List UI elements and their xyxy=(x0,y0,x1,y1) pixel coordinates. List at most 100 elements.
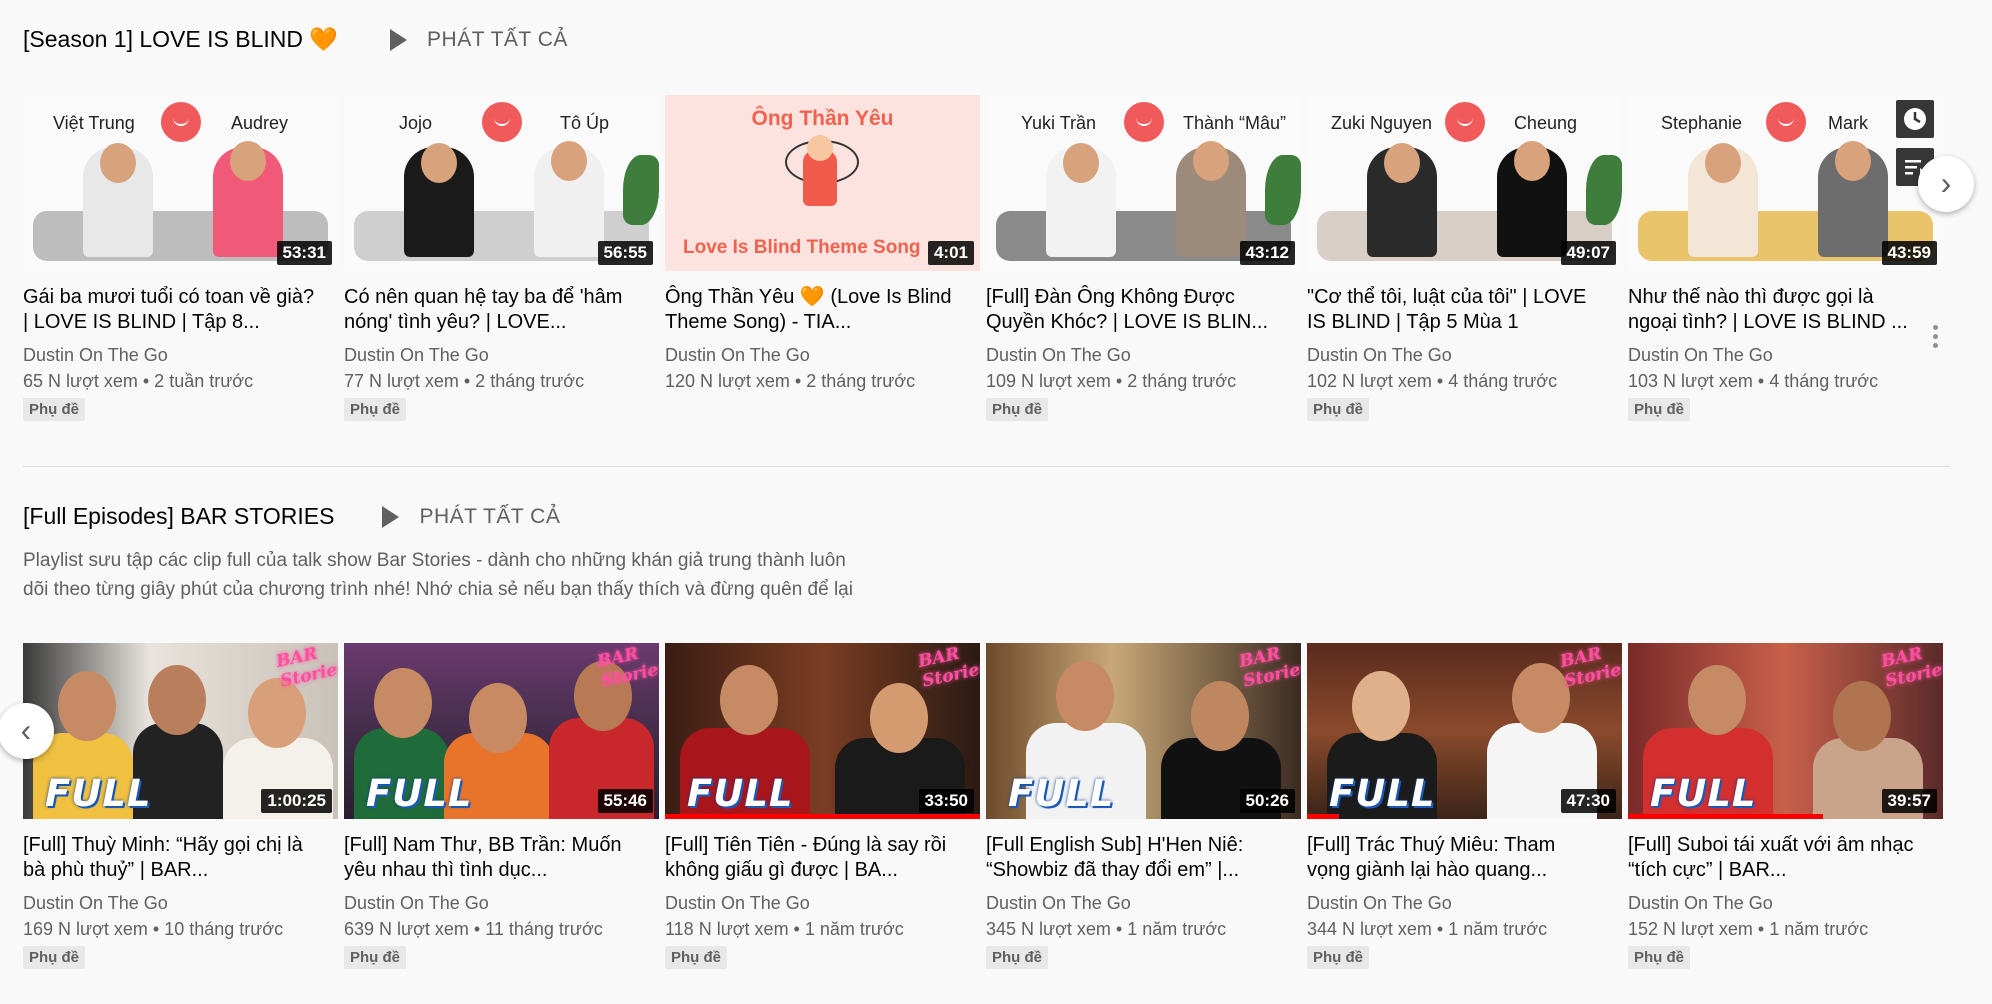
watch-later-button[interactable] xyxy=(1896,100,1934,138)
video-card[interactable]: Yuki Trần Thành “Mâu” 43:12 [Full] Đàn Ô… xyxy=(986,95,1301,421)
shelf-divider xyxy=(23,466,1950,467)
video-meta: 152 N lượt xem • 1 năm trước xyxy=(1628,919,1869,939)
play-all-button[interactable]: PHÁT TẤT CẢ xyxy=(390,28,568,52)
video-title[interactable]: [Full] Đàn Ông Không Được Quyền Khóc? | … xyxy=(986,285,1301,335)
channel-name[interactable]: Dustin On The Go xyxy=(23,345,338,366)
face-right xyxy=(1835,141,1871,181)
video-title[interactable]: Gái ba mươi tuổi có toan về già? | LOVE … xyxy=(23,285,338,335)
description-line: Playlist sưu tập các clip full của talk … xyxy=(23,550,846,571)
subtitle-badge: Phụ đề xyxy=(1628,398,1691,421)
video-title[interactable]: [Full] Tiên Tiên - Đúng là say rồi không… xyxy=(665,833,980,883)
face xyxy=(374,668,432,738)
video-title[interactable]: Có nên quan hệ tay ba để 'hâm nóng' tình… xyxy=(344,285,659,335)
video-card[interactable]: Việt Trung Audrey 53:31 Gái ba mươi tuổi… xyxy=(23,95,338,421)
video-thumbnail[interactable]: Ông Thần Yêu Love Is Blind Theme Song 4:… xyxy=(665,95,980,271)
channel-name[interactable]: Dustin On The Go xyxy=(1628,345,1943,366)
subtitle-badge: Phụ đề xyxy=(986,398,1049,421)
shelf-title[interactable]: [Season 1] LOVE IS BLIND 🧡 xyxy=(23,26,338,53)
thumb-name-right: Audrey xyxy=(230,113,288,133)
watch-progress-bar xyxy=(665,814,980,819)
video-meta: 102 N lượt xem • 4 tháng trước xyxy=(1307,371,1558,391)
subtitle-badge: Phụ đề xyxy=(344,398,407,421)
channel-name[interactable]: Dustin On The Go xyxy=(665,893,980,914)
video-thumbnail[interactable]: Zuki Nguyen Cheung 49:07 xyxy=(1307,95,1622,271)
plant xyxy=(1265,155,1301,225)
face-left xyxy=(1384,143,1420,183)
video-title[interactable]: Ông Thần Yêu 🧡 (Love Is Blind Theme Song… xyxy=(665,285,980,335)
video-card[interactable]: BAR Stories FULL 33:50 [Full] Tiên Tiên … xyxy=(665,643,980,969)
video-thumbnail[interactable]: Jojo Tô Úp 56:55 xyxy=(344,95,659,271)
shelf-next-button[interactable]: › xyxy=(1918,156,1974,212)
channel-name[interactable]: Dustin On The Go xyxy=(986,345,1301,366)
video-meta: 109 N lượt xem • 2 tháng trước xyxy=(986,371,1237,391)
channel-name[interactable]: Dustin On The Go xyxy=(665,345,980,366)
face xyxy=(720,665,778,735)
video-thumbnail[interactable]: BAR Stories FULL 1:00:25 xyxy=(23,643,338,819)
channel-name[interactable]: Dustin On The Go xyxy=(1307,893,1622,914)
shelf-title[interactable]: [Full Episodes] BAR STORIES xyxy=(23,503,334,530)
face xyxy=(148,665,206,735)
thumb-name-right: Tô Úp xyxy=(559,113,609,133)
video-meta: 77 N lượt xem • 2 tháng trước xyxy=(344,371,585,391)
video-meta: 344 N lượt xem • 1 năm trước xyxy=(1307,919,1548,939)
channel-name[interactable]: Dustin On The Go xyxy=(23,893,338,914)
face xyxy=(1191,681,1249,751)
face xyxy=(1688,665,1746,735)
video-thumbnail[interactable]: Việt Trung Audrey 53:31 xyxy=(23,95,338,271)
channel-name[interactable]: Dustin On The Go xyxy=(344,893,659,914)
more-actions-icon[interactable] xyxy=(1933,325,1939,352)
video-title[interactable]: [Full] Thuỳ Minh: “Hãy gọi chị là bà phù… xyxy=(23,833,338,883)
chevron-right-icon: › xyxy=(1940,165,1952,201)
video-card[interactable]: BAR Stories FULL 1:00:25 [Full] Thuỳ Min… xyxy=(23,643,338,969)
shelf-header-love-is-blind: [Season 1] LOVE IS BLIND 🧡 PHÁT TẤT CẢ xyxy=(23,26,568,53)
video-thumbnail[interactable]: BAR Stories FULL 47:30 xyxy=(1307,643,1622,819)
duration-badge: 43:59 xyxy=(1881,241,1937,265)
video-thumbnail[interactable]: BAR Stories FULL 50:26 xyxy=(986,643,1301,819)
face xyxy=(58,671,116,741)
video-card[interactable]: BAR Stories FULL 39:57 [Full] Suboi tái … xyxy=(1628,643,1943,969)
channel-name[interactable]: Dustin On The Go xyxy=(1307,345,1622,366)
video-title[interactable]: Như thế nào thì được gọi là ngoại tình? … xyxy=(1628,285,1943,335)
face-left xyxy=(1705,143,1741,183)
shelf-prev-button[interactable]: ‹ xyxy=(0,703,54,759)
duration-badge: 49:07 xyxy=(1560,241,1616,265)
video-thumbnail[interactable]: BAR Stories FULL 33:50 xyxy=(665,643,980,819)
thumb-name-left: Yuki Trần xyxy=(1021,113,1097,133)
thumb-song-subtitle: Love Is Blind Theme Song xyxy=(683,237,921,258)
video-title[interactable]: "Cơ thể tôi, luật của tôi" | LOVE IS BLI… xyxy=(1307,285,1622,335)
channel-name[interactable]: Dustin On The Go xyxy=(344,345,659,366)
video-thumbnail[interactable]: BAR Stories FULL 39:57 xyxy=(1628,643,1943,819)
video-card[interactable]: BAR Stories FULL 47:30 [Full] Trác Thuý … xyxy=(1307,643,1622,969)
video-thumbnail[interactable]: Yuki Trần Thành “Mâu” 43:12 xyxy=(986,95,1301,271)
subtitle-badge: Phụ đề xyxy=(1307,946,1370,969)
play-icon xyxy=(390,28,408,51)
play-all-label: PHÁT TẤT CẢ xyxy=(427,27,568,51)
video-card[interactable]: BAR Stories FULL 55:46 [Full] Nam Thư, B… xyxy=(344,643,659,969)
full-label: FULL xyxy=(687,772,794,815)
video-card[interactable]: Zuki Nguyen Cheung 49:07 "Cơ thể tôi, lu… xyxy=(1307,95,1622,421)
video-title[interactable]: [Full] Trác Thuý Miêu: Tham vọng giành l… xyxy=(1307,833,1622,883)
video-card[interactable]: Ông Thần Yêu Love Is Blind Theme Song 4:… xyxy=(665,95,980,392)
subtitle-badge: Phụ đề xyxy=(1628,946,1691,969)
video-thumbnail[interactable]: BAR Stories FULL 55:46 xyxy=(344,643,659,819)
thumb-name-left: Stephanie xyxy=(1661,113,1743,133)
cupid-head xyxy=(807,135,833,161)
video-card[interactable]: BAR Stories FULL 50:26 [Full English Sub… xyxy=(986,643,1301,969)
duration-badge: 33:50 xyxy=(918,789,974,813)
channel-name[interactable]: Dustin On The Go xyxy=(986,893,1301,914)
clock-icon xyxy=(1904,108,1926,130)
duration-badge: 4:01 xyxy=(927,241,974,265)
video-card[interactable]: Jojo Tô Úp 56:55 Có nên quan hệ tay ba đ… xyxy=(344,95,659,421)
video-meta: 120 N lượt xem • 2 tháng trước xyxy=(665,371,916,391)
video-title[interactable]: [Full English Sub] H'Hen Niê: “Showbiz đ… xyxy=(986,833,1301,883)
thumb-song-title: Ông Thần Yêu xyxy=(751,107,894,130)
video-meta: 65 N lượt xem • 2 tuần trước xyxy=(23,371,254,391)
play-all-button[interactable]: PHÁT TẤT CẢ xyxy=(382,505,560,529)
video-card[interactable]: Stephanie Mark 43:59 Như thế nào thì đượ… xyxy=(1628,95,1943,421)
face-left xyxy=(421,143,457,183)
video-title[interactable]: [Full] Nam Thư, BB Trần: Muốn yêu nhau t… xyxy=(344,833,659,883)
face xyxy=(1833,681,1891,751)
video-title[interactable]: [Full] Suboi tái xuất với âm nhạc “tích … xyxy=(1628,833,1943,883)
channel-name[interactable]: Dustin On The Go xyxy=(1628,893,1943,914)
video-meta: 103 N lượt xem • 4 tháng trước xyxy=(1628,371,1879,391)
